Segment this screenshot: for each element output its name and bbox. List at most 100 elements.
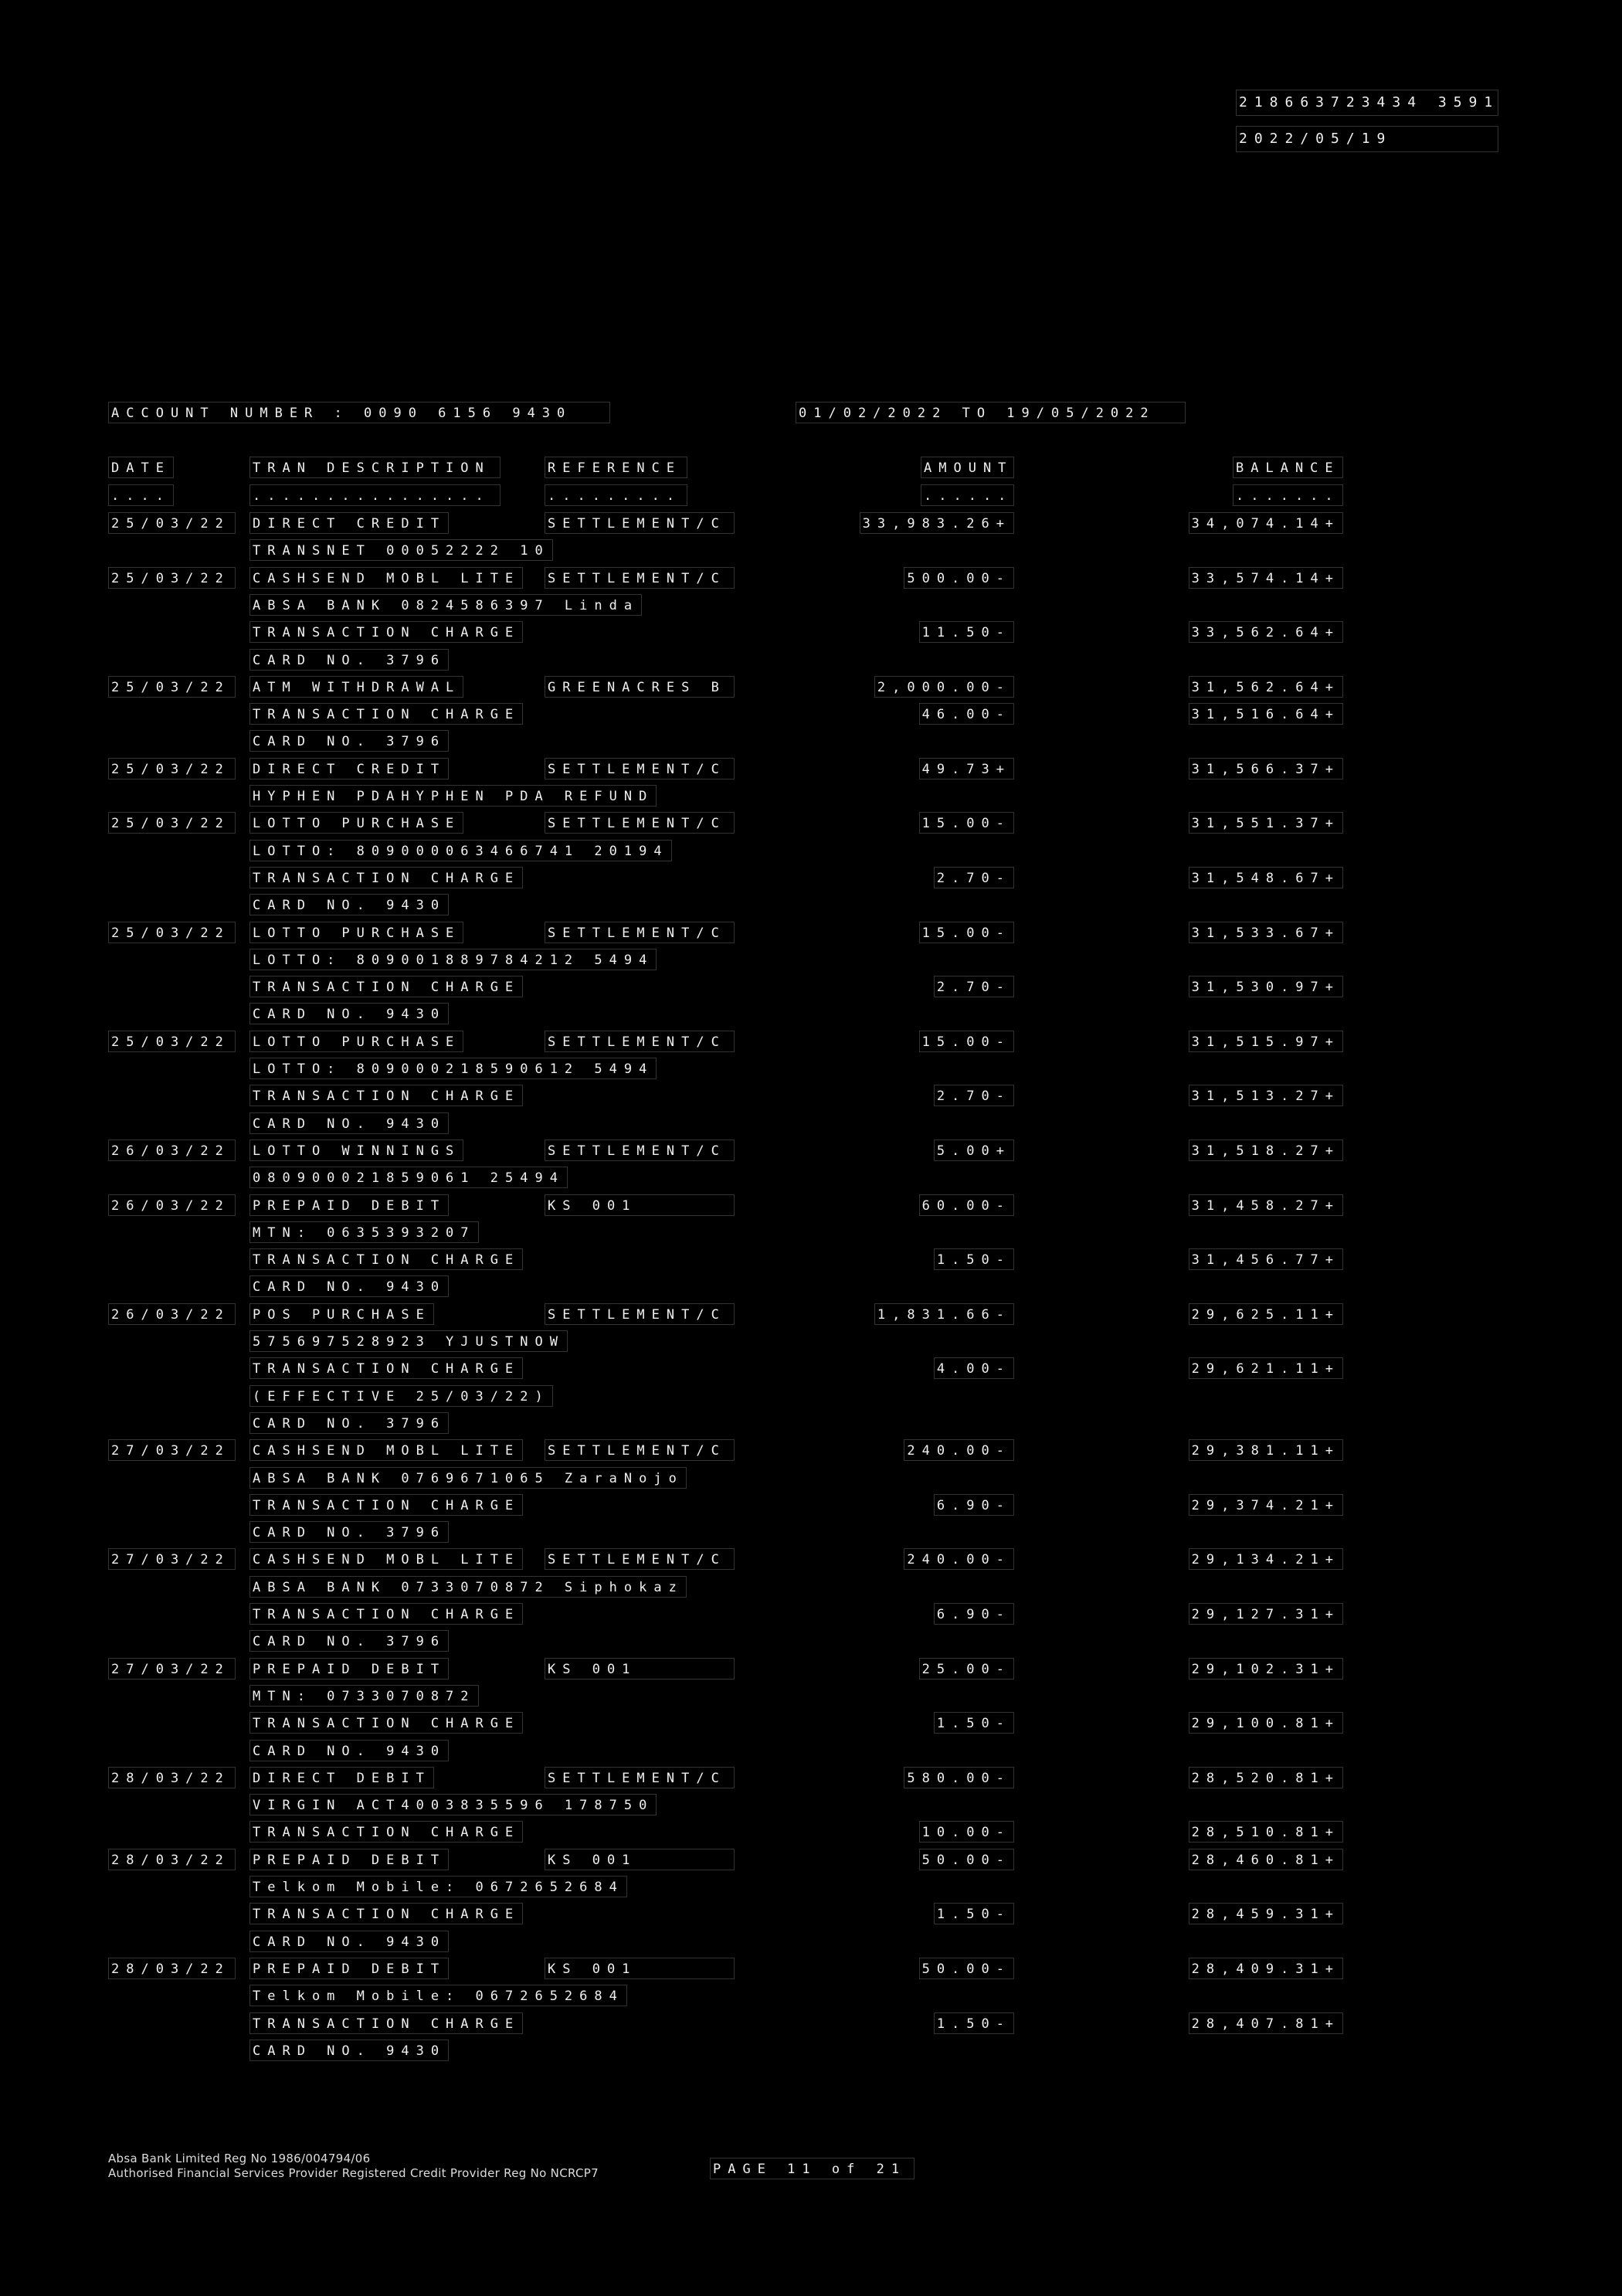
row-description: LOTTO: 809000063466741 20194 bbox=[249, 840, 672, 861]
row-reference: GREENACRES B bbox=[545, 676, 735, 698]
row-reference: SETTLEMENT/C bbox=[545, 1031, 735, 1052]
row-amount: 2,000.00- bbox=[874, 676, 1014, 698]
row-description: DIRECT CREDIT bbox=[249, 758, 450, 779]
row-balance: 31,566.37+ bbox=[1188, 758, 1343, 779]
row-description: PREPAID DEBIT bbox=[249, 1849, 450, 1870]
row-description: Telkom Mobile: 0672652684 bbox=[249, 1985, 627, 2006]
row-description: ABSA BANK 0824586397 Linda bbox=[249, 594, 643, 616]
header-date: DATE bbox=[108, 457, 174, 478]
row-balance: 33,574.14+ bbox=[1188, 567, 1343, 589]
row-description: ABSA BANK 0733070872 Siphokaz bbox=[249, 1576, 687, 1598]
row-description: VIRGIN ACT4003835596 178750 bbox=[249, 1794, 657, 1815]
row-date: 25/03/22 bbox=[108, 1031, 236, 1052]
row-date: 26/03/22 bbox=[108, 1194, 236, 1216]
row-date: 28/03/22 bbox=[108, 1849, 236, 1870]
row-description: 575697528923 YJUSTNOW bbox=[249, 1330, 568, 1352]
row-reference: SETTLEMENT/C bbox=[545, 567, 735, 589]
row-description: LOTTO: 809000218590612 5494 bbox=[249, 1058, 657, 1079]
row-balance: 28,520.81+ bbox=[1188, 1767, 1343, 1788]
underline-balance: ....... bbox=[1233, 484, 1343, 506]
row-description: TRANSACTION CHARGE bbox=[249, 1821, 524, 1843]
row-balance: 29,127.31+ bbox=[1188, 1603, 1343, 1625]
row-amount: 50.00- bbox=[918, 1958, 1014, 1979]
row-amount: 4.00- bbox=[933, 1357, 1014, 1379]
row-description: TRANSNET 00052222 10 bbox=[249, 539, 553, 561]
row-description: CARD NO. 9430 bbox=[249, 2040, 450, 2061]
row-reference: SETTLEMENT/C bbox=[545, 922, 735, 943]
account-number-line: ACCOUNT NUMBER : 0090 6156 9430 bbox=[108, 402, 610, 423]
row-amount: 2.70- bbox=[933, 867, 1014, 888]
row-balance: 31,518.27+ bbox=[1188, 1140, 1343, 1161]
row-balance: 31,456.77+ bbox=[1188, 1248, 1343, 1270]
row-description: Telkom Mobile: 0672652684 bbox=[249, 1876, 627, 1897]
row-date: 25/03/22 bbox=[108, 567, 236, 589]
row-description: DIRECT DEBIT bbox=[249, 1767, 434, 1788]
row-reference: SETTLEMENT/C bbox=[545, 758, 735, 779]
row-balance: 29,102.31+ bbox=[1188, 1658, 1343, 1680]
row-balance: 31,551.37+ bbox=[1188, 812, 1343, 834]
row-description: (EFFECTIVE 25/03/22) bbox=[249, 1385, 553, 1407]
row-description: TRANSACTION CHARGE bbox=[249, 867, 524, 888]
row-balance: 31,562.64+ bbox=[1188, 676, 1343, 698]
row-amount: 1.50- bbox=[933, 1248, 1014, 1270]
row-description: CASHSEND MOBL LITE bbox=[249, 567, 524, 589]
row-description: HYPHEN PDAHYPHEN PDA REFUND bbox=[249, 785, 657, 807]
row-balance: 28,407.81+ bbox=[1188, 2012, 1343, 2034]
row-description: CARD NO. 9430 bbox=[249, 1931, 450, 1952]
row-date: 28/03/22 bbox=[108, 1958, 236, 1979]
row-amount: 5.00+ bbox=[933, 1140, 1014, 1161]
row-amount: 15.00- bbox=[918, 922, 1014, 943]
row-balance: 34,074.14+ bbox=[1188, 512, 1343, 534]
row-reference: KS 001 bbox=[545, 1194, 735, 1216]
row-date: 25/03/22 bbox=[108, 676, 236, 698]
row-description: 080900021859061 25494 bbox=[249, 1167, 568, 1188]
row-amount: 240.00- bbox=[904, 1548, 1014, 1570]
row-description: LOTTO PURCHASE bbox=[249, 1031, 464, 1052]
bank-registration: Absa Bank Limited Reg No 1986/004794/06 bbox=[108, 2152, 371, 2165]
fsp-registration: Authorised Financial Services Provider R… bbox=[108, 2166, 599, 2180]
row-balance: 29,100.81+ bbox=[1188, 1712, 1343, 1734]
row-description: CARD NO. 9430 bbox=[249, 1740, 450, 1761]
row-balance: 29,374.21+ bbox=[1188, 1494, 1343, 1516]
row-balance: 29,381.11+ bbox=[1188, 1439, 1343, 1461]
row-date: 25/03/22 bbox=[108, 812, 236, 834]
row-description: CASHSEND MOBL LITE bbox=[249, 1439, 524, 1461]
row-balance: 31,533.67+ bbox=[1188, 922, 1343, 943]
page-number: PAGE 11 of 21 bbox=[710, 2158, 914, 2179]
row-date: 26/03/22 bbox=[108, 1140, 236, 1161]
row-amount: 46.00- bbox=[918, 703, 1014, 725]
row-balance: 31,548.67+ bbox=[1188, 867, 1343, 888]
reference-number: 218663723434 3591 bbox=[1236, 90, 1498, 116]
row-balance: 29,625.11+ bbox=[1188, 1303, 1343, 1325]
row-reference: SETTLEMENT/C bbox=[545, 1767, 735, 1788]
row-description: DIRECT CREDIT bbox=[249, 512, 450, 534]
row-description: LOTTO WINNINGS bbox=[249, 1140, 464, 1161]
row-description: CARD NO. 3796 bbox=[249, 730, 450, 752]
header-description: TRAN DESCRIPTION bbox=[249, 457, 501, 478]
row-reference: KS 001 bbox=[545, 1658, 735, 1680]
row-description: LOTTO PURCHASE bbox=[249, 922, 464, 943]
row-description: TRANSACTION CHARGE bbox=[249, 1712, 524, 1734]
row-date: 25/03/22 bbox=[108, 758, 236, 779]
row-balance: 29,134.21+ bbox=[1188, 1548, 1343, 1570]
row-amount: 2.70- bbox=[933, 976, 1014, 997]
row-description: TRANSACTION CHARGE bbox=[249, 976, 524, 997]
row-balance: 33,562.64+ bbox=[1188, 621, 1343, 643]
row-description: TRANSACTION CHARGE bbox=[249, 1357, 524, 1379]
row-amount: 500.00- bbox=[904, 567, 1014, 589]
row-balance: 28,409.31+ bbox=[1188, 1958, 1343, 1979]
row-date: 27/03/22 bbox=[108, 1548, 236, 1570]
row-date: 27/03/22 bbox=[108, 1658, 236, 1680]
row-amount: 10.00- bbox=[918, 1821, 1014, 1843]
row-reference: SETTLEMENT/C bbox=[545, 1303, 735, 1325]
underline-description: ................ bbox=[249, 484, 501, 506]
row-amount: 6.90- bbox=[933, 1494, 1014, 1516]
row-description: CARD NO. 9430 bbox=[249, 1112, 450, 1134]
row-reference: SETTLEMENT/C bbox=[545, 512, 735, 534]
header-reference: REFERENCE bbox=[545, 457, 687, 478]
row-amount: 1.50- bbox=[933, 2012, 1014, 2034]
header-amount: AMOUNT bbox=[921, 457, 1014, 478]
row-description: PREPAID DEBIT bbox=[249, 1194, 450, 1216]
row-amount: 11.50- bbox=[918, 621, 1014, 643]
row-reference: SETTLEMENT/C bbox=[545, 1439, 735, 1461]
